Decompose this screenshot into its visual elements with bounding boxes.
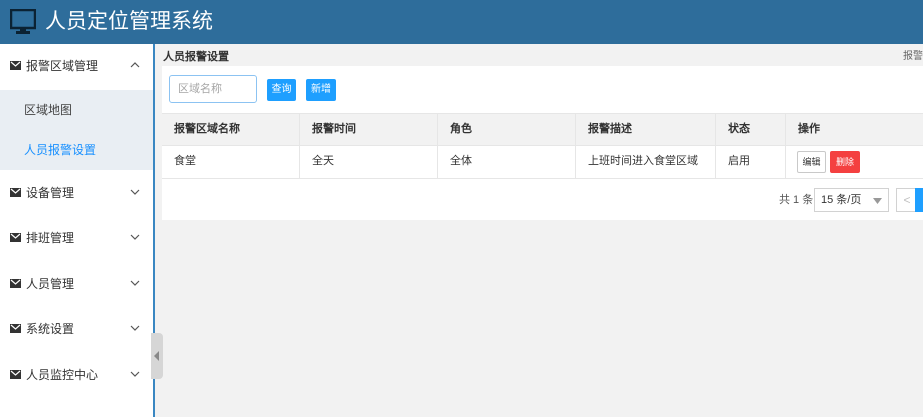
envelope-icon <box>10 279 21 288</box>
column-header: 报警时间 <box>299 114 437 145</box>
sidebar-group-label: 人员监控中心 <box>26 368 99 382</box>
sidebar-group-label: 系统设置 <box>26 322 75 336</box>
description-cell: 上班时间进入食堂区域 <box>575 146 715 178</box>
role-cell: 全体 <box>437 146 575 178</box>
table-header: 报警区域名称 报警时间 角色 报警描述 状态 操作 <box>162 113 923 146</box>
envelope-icon <box>10 233 21 242</box>
sidebar-item-area-map[interactable]: 区域地图 <box>0 90 153 130</box>
app-title: 人员定位管理系统 <box>45 10 213 33</box>
sidebar-group-monitor-center[interactable]: 人员监控中心 <box>0 353 153 399</box>
column-header: 报警区域名称 <box>174 123 240 135</box>
sidebar-group-label: 人员管理 <box>26 277 75 291</box>
pager-current-page[interactable] <box>915 188 923 212</box>
page-size-select[interactable]: 15 条/页 <box>814 188 889 212</box>
app-header: 人员定位管理系统 <box>0 0 923 44</box>
sidebar-group-schedule[interactable]: 排班管理 <box>0 216 153 262</box>
sidebar-group-alarm-area[interactable]: 报警区域管理 <box>0 44 153 90</box>
sidebar: 报警区域管理 区域地图 人员报警设置 设备管理 排班管理 人员管理 系统设置 人… <box>0 44 153 417</box>
column-header: 角色 <box>437 114 575 145</box>
chevron-up-icon <box>130 62 140 68</box>
envelope-icon <box>10 324 21 333</box>
delete-button[interactable]: 删除 <box>830 151 860 173</box>
envelope-icon <box>10 370 21 379</box>
chevron-down-icon <box>130 234 140 240</box>
column-header: 报警描述 <box>575 114 715 145</box>
chevron-down-icon <box>130 189 140 195</box>
sidebar-group-system-settings[interactable]: 系统设置 <box>0 307 153 353</box>
sidebar-group-device[interactable]: 设备管理 <box>0 171 153 217</box>
chevron-down-icon <box>130 325 140 331</box>
sidebar-group-label: 排班管理 <box>26 231 75 245</box>
caret-left-icon <box>154 351 159 361</box>
add-button[interactable]: 新增 <box>306 79 336 101</box>
area-name-cell: 食堂 <box>174 155 196 167</box>
sidebar-item-person-alarm-settings[interactable]: 人员报警设置 <box>0 130 153 170</box>
sidebar-group-personnel[interactable]: 人员管理 <box>0 262 153 308</box>
breadcrumb: 报警 <box>903 51 923 62</box>
edit-button[interactable]: 编辑 <box>797 151 826 173</box>
sidebar-group-label: 报警区域管理 <box>26 59 99 73</box>
sidebar-group-label: 设备管理 <box>26 186 75 200</box>
area-name-search-input[interactable] <box>169 75 257 103</box>
table-row: 食堂 全天 全体 上班时间进入食堂区域 启用 编辑 删除 <box>162 146 923 179</box>
chevron-down-icon <box>130 371 140 377</box>
envelope-icon <box>10 188 21 197</box>
monitor-icon <box>10 9 36 34</box>
status-cell: 启用 <box>715 146 785 178</box>
caret-down-icon <box>873 198 882 204</box>
column-header: 操作 <box>785 114 923 145</box>
pager-total: 共 1 条 <box>779 194 814 206</box>
alarm-time-cell: 全天 <box>299 146 437 178</box>
column-header: 状态 <box>715 114 785 145</box>
query-button[interactable]: 查询 <box>267 79 296 101</box>
sidebar-collapse-handle[interactable] <box>151 333 163 379</box>
chevron-down-icon <box>130 280 140 286</box>
page-title: 人员报警设置 <box>163 51 229 63</box>
envelope-icon <box>10 61 21 70</box>
sidebar-item-label: 区域地图 <box>24 103 73 117</box>
sidebar-item-label: 人员报警设置 <box>24 143 97 157</box>
page-size-value: 15 条/页 <box>821 194 862 206</box>
